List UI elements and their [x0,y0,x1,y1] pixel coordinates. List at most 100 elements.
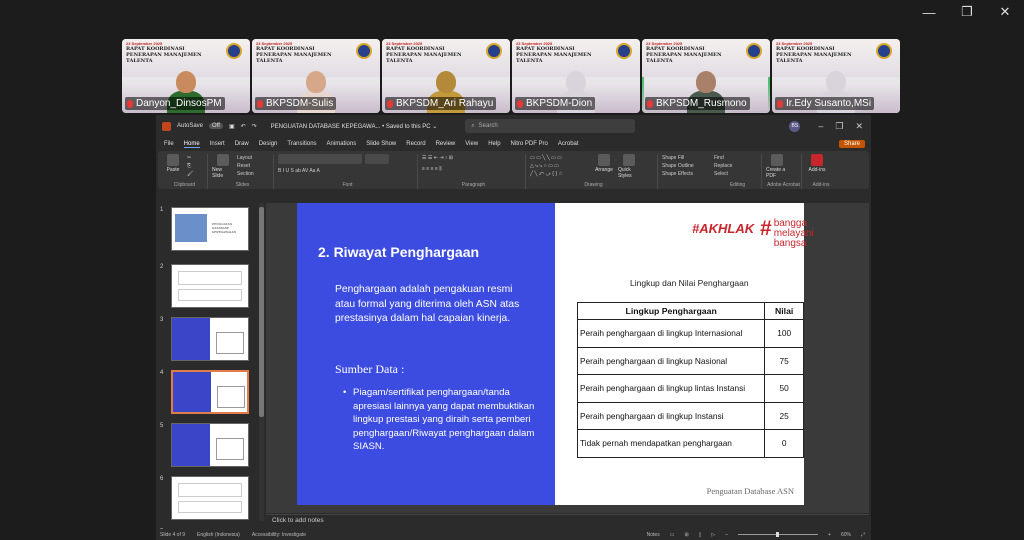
find-button[interactable]: Find [714,154,732,162]
font-size-select[interactable] [365,154,389,164]
slide-heading[interactable]: 2. Riwayat Penghargaan [318,244,479,260]
save-icon[interactable]: ▣ [229,123,235,130]
slide-thumbnail[interactable]: PENGUATAN DATABASE KEPEGAWAIAN [171,207,249,251]
bangga-logo-text: bangga melayani bangsa [773,218,814,249]
award-table[interactable]: Lingkup Penghargaan Nilai Peraih penghar… [576,302,804,458]
table-cell-scope: Peraih penghargaan di lingkup Nasional [576,346,766,375]
slideshow-icon[interactable]: ▷ [711,532,715,538]
ribbon: Paste ✂ ⎘ 🖌 Clipboard New Slide Layout Res… [158,151,869,189]
autosave-toggle[interactable]: Off [209,123,223,129]
thumb-photo [175,214,207,242]
tab-transitions[interactable]: Transitions [287,141,316,147]
minimize-icon[interactable]: — [910,0,948,24]
participant-tile[interactable]: 23 September 2025 RAPAT KOORDINASI PENERA… [122,39,250,113]
section-button[interactable]: Section [237,170,254,178]
zoom-level[interactable]: 60% [841,532,851,538]
close-icon[interactable]: ✕ [986,0,1024,24]
normal-view-icon[interactable]: ▭ [670,532,675,538]
thumb-title: PENGUATAN DATABASE KEPEGAWAIAN [212,222,237,234]
tab-file[interactable]: File [164,141,174,147]
source-bullet[interactable]: Piagam/sertifikat penghargaan/tanda apre… [343,386,545,454]
replace-button[interactable]: Replace [714,162,732,170]
slide-thumbnail[interactable] [171,476,249,520]
zoom-slider[interactable] [738,532,819,537]
thumbnail-scrollbar[interactable] [259,203,264,521]
tab-draw[interactable]: Draw [235,141,249,147]
reading-view-icon[interactable]: ▯ [699,532,702,538]
font-family-select[interactable] [278,154,362,164]
tab-view[interactable]: View [465,141,478,147]
mic-muted-icon [647,99,653,108]
table-row: Peraih penghargaan di lingkup lintas Ins… [576,374,804,403]
pp-restore-icon[interactable]: ❐ [835,121,843,132]
slide[interactable]: 2. Riwayat Penghargaan Penghargaan adala… [297,203,814,505]
arrange-icon [598,154,610,166]
slide-thumbnail[interactable] [171,317,249,361]
akhlak-logo: #AKHLAK [692,221,755,236]
pp-minimize-icon[interactable]: – [818,121,823,132]
tab-record[interactable]: Record [406,141,425,147]
tab-acrobat[interactable]: Acrobat [558,141,579,147]
participant-tile[interactable]: 23 September 2025 RAPAT KOORDINASI PENERA… [772,39,900,113]
slide-thumbnail[interactable] [171,370,249,414]
thumb-blue-panel [172,318,210,360]
quick-styles-icon [623,154,635,166]
participant-tile[interactable]: 23 September 2025 RAPAT KOORDINASI PENERA… [642,39,770,113]
banner-title: RAPAT KOORDINASI PENERAPAN MANAJEMEN TAL… [386,46,462,64]
layout-button[interactable]: Layout [237,154,254,162]
search-box[interactable]: ⌕ Search [465,119,636,133]
tab-design[interactable]: Design [259,141,278,147]
tab-slide-show[interactable]: Slide Show [366,141,396,147]
tab-help[interactable]: Help [488,141,500,147]
redo-icon[interactable]: ↷ [252,123,257,130]
acrobat-group-label: Adobe Acrobat [767,182,800,188]
table-cell-scope: Peraih penghargaan di lingkup Instansi [576,401,766,430]
align-buttons[interactable]: ≡ ≡ ≡ ≡ ⫼ [422,165,521,173]
reset-button[interactable]: Reset [237,162,254,170]
undo-icon[interactable]: ↶ [241,123,246,130]
editing-group-label: Editing [729,182,746,188]
sorter-view-icon[interactable]: ⊞ [684,532,688,538]
shape-effects-button[interactable]: Shape Effects [662,170,694,178]
document-title[interactable]: PENGUATAN DATABASE KEPEGAWA... • Saved t… [271,123,438,130]
shape-fill-button[interactable]: Shape Fill [662,154,694,162]
restore-icon[interactable]: ❐ [948,0,986,24]
tab-animations[interactable]: Animations [327,141,357,147]
tab-review[interactable]: Review [436,141,456,147]
slide-paragraph[interactable]: Penghargaan adalah pengakuan resmi atau … [335,283,535,327]
select-button[interactable]: Select [714,170,732,178]
fit-slide-icon[interactable]: ⤢ [861,532,865,538]
thumb-textbox [178,289,242,301]
source-title[interactable]: Sumber Data : [335,362,404,377]
table-caption[interactable]: Lingkup dan Nilai Penghargaan [630,278,749,288]
notes-button[interactable]: Notes [647,532,660,538]
participant-tile[interactable]: 23 September 2025 RAPAT KOORDINASI PENERA… [382,39,510,113]
table-cell-scope: Tidak pernah mendapatkan penghargaan [576,429,766,458]
share-button[interactable]: Share [838,140,865,148]
banner-title: RAPAT KOORDINASI PENERAPAN MANAJEMEN TAL… [126,46,202,64]
tab-insert[interactable]: Insert [210,141,225,147]
shape-outline-button[interactable]: Shape Outline [662,162,694,170]
list-buttons[interactable]: ☰ ☰ ⇤ ⇥ ↕ ⊞ [422,154,521,162]
clipboard-group-label: Clipboard [173,182,196,188]
participant-tile[interactable]: 23 September 2025 RAPAT KOORDINASI PENERA… [252,39,380,113]
avatar[interactable]: BS [789,120,801,132]
font-format-buttons[interactable]: B I U S ab AV Aa A [278,167,413,175]
paragraph-group-label: Paragraph [461,182,486,188]
slide-footer[interactable]: Penguatan Database ASN [707,486,794,496]
tab-nitro-pdf-pro[interactable]: Nitro PDF Pro [511,141,548,147]
tab-home[interactable]: Home [183,141,200,148]
slide-thumbnail[interactable] [171,423,249,467]
slide-thumbnail[interactable] [171,264,249,308]
zoom-out-icon[interactable]: – [725,532,728,538]
participant-name: Ir.Edy Susanto,MSi [786,98,872,109]
pp-close-icon[interactable]: ✕ [855,121,863,132]
language-indicator[interactable]: English (Indonesia) [197,532,240,538]
notes-pane[interactable]: Click to add notes [266,514,869,526]
accessibility-indicator[interactable]: Accessibility: Investigate [252,532,306,538]
participant-tile[interactable]: 23 September 2025 RAPAT KOORDINASI PENERA… [512,39,640,113]
zoom-in-icon[interactable]: + [828,532,831,538]
paragraph-group: ☰ ☰ ⇤ ⇥ ↕ ⊞ ≡ ≡ ≡ ≡ ⫼ Paragraph [422,154,526,189]
participant-head [176,71,196,93]
slide-thumbnail-pane: 1PENGUATAN DATABASE KEPEGAWAIAN234567 [156,203,264,535]
